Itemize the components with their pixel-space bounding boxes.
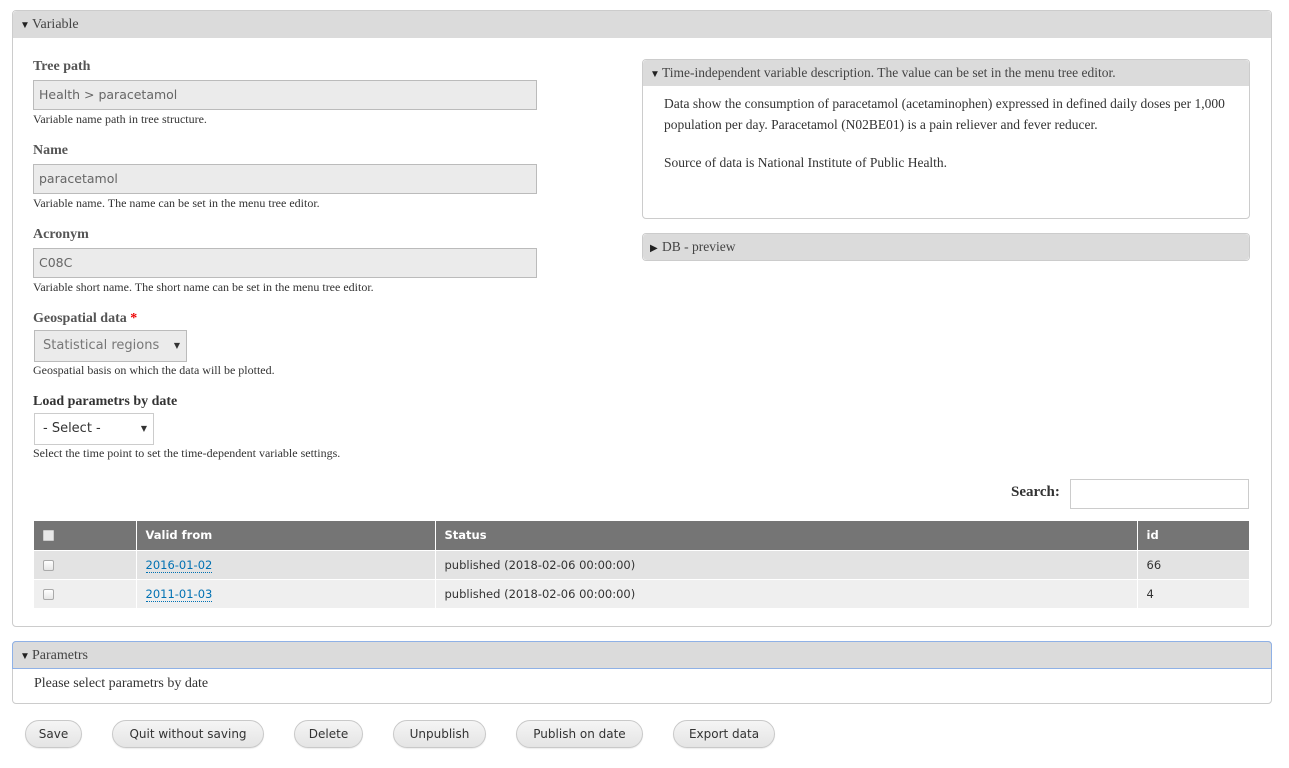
save-button[interactable]: Save [25, 720, 82, 748]
tree-path-label: Tree path [33, 59, 91, 74]
parametrs-legend-label: Parametrs [32, 648, 88, 663]
description-fieldset: ▼ Time-independent variable description. … [642, 59, 1250, 219]
parametrs-legend-toggle[interactable]: ▼ Parametrs [12, 641, 1272, 669]
row-checkbox[interactable] [43, 559, 54, 571]
variable-legend-toggle[interactable]: ▼ Variable [13, 11, 1271, 38]
delete-button[interactable]: Delete [294, 720, 363, 748]
valid-from-link[interactable]: 2011-01-03 [145, 586, 213, 602]
geospatial-label: Geospatial data * [33, 311, 137, 327]
description-legend-toggle[interactable]: ▼ Time-independent variable description. … [643, 60, 1249, 86]
geospatial-help: Geospatial basis on which the data will … [33, 363, 275, 377]
column-header-id[interactable]: id [1137, 521, 1249, 550]
geospatial-select-value: Statistical regions [43, 338, 160, 353]
acronym-help: Variable short name. The short name can … [33, 280, 374, 294]
row-checkbox[interactable] [43, 588, 54, 600]
required-marker: * [130, 311, 138, 326]
status-cell: published (2018-02-06 00:00:00) [435, 578, 1138, 608]
acronym-field[interactable]: C08C [33, 248, 537, 278]
valid-from-link[interactable]: 2016-01-02 [145, 557, 213, 573]
parametrs-fieldset: ▼ Parametrs Please select parametrs by da… [12, 641, 1272, 704]
id-cell: 4 [1137, 578, 1249, 608]
geospatial-label-text: Geospatial data [33, 311, 127, 326]
name-field[interactable]: paracetamol [33, 164, 537, 194]
db-preview-legend-toggle[interactable]: ▶ DB - preview [643, 234, 1249, 260]
versions-table: Valid from Status id 2016-01-02 publishe… [34, 521, 1249, 608]
variable-legend-label: Variable [32, 17, 79, 32]
select-all-header [34, 521, 137, 550]
description-paragraph: Source of data is National Institute of … [664, 155, 948, 170]
row-select-cell [34, 549, 137, 579]
id-cell: 66 [1137, 549, 1249, 579]
search-input[interactable] [1070, 479, 1249, 509]
dropdown-arrow-icon: ▼ [140, 424, 147, 433]
tree-path-help: Variable name path in tree structure. [33, 112, 207, 126]
load-by-date-label: Load parametrs by date [33, 394, 178, 409]
quit-without-saving-button[interactable]: Quit without saving [112, 720, 264, 748]
status-cell: published (2018-02-06 00:00:00) [435, 549, 1138, 579]
search-label: Search: [1011, 484, 1060, 500]
db-preview-fieldset: ▶ DB - preview [642, 233, 1250, 261]
description-paragraph: Data show the consumption of paracetamol… [664, 96, 1225, 132]
dropdown-arrow-icon: ▼ [173, 341, 180, 350]
triangle-down-icon: ▼ [650, 69, 660, 80]
name-help: Variable name. The name can be set in th… [33, 196, 320, 210]
description-legend-label: Time-independent variable description. T… [662, 65, 1116, 80]
acronym-label: Acronym [33, 227, 89, 242]
unpublish-button[interactable]: Unpublish [393, 720, 486, 748]
geospatial-select[interactable]: Statistical regions ▼ [34, 330, 187, 362]
db-preview-legend-label: DB - preview [662, 239, 736, 254]
column-header-status[interactable]: Status [435, 521, 1138, 550]
load-by-date-select[interactable]: - Select - ▼ [34, 413, 154, 445]
valid-from-cell: 2016-01-02 [136, 549, 436, 579]
triangle-right-icon: ▶ [650, 243, 658, 254]
column-header-valid-from[interactable]: Valid from [136, 521, 436, 550]
tree-path-field[interactable]: Health > paracetamol [33, 80, 537, 110]
triangle-down-icon: ▼ [20, 651, 30, 662]
table-row: 2011-01-03 published (2018-02-06 00:00:0… [34, 578, 1249, 608]
row-select-cell [34, 578, 137, 608]
description-body: Data show the consumption of paracetamol… [664, 93, 1235, 190]
name-label: Name [33, 143, 68, 158]
select-all-checkbox[interactable] [43, 530, 54, 542]
export-data-button[interactable]: Export data [673, 720, 775, 748]
table-row: 2016-01-02 published (2018-02-06 00:00:0… [34, 549, 1249, 579]
valid-from-cell: 2011-01-03 [136, 578, 436, 608]
table-header-row: Valid from Status id [34, 521, 1249, 550]
triangle-down-icon: ▼ [20, 20, 30, 31]
load-by-date-select-value: - Select - [43, 421, 101, 436]
parametrs-message: Please select parametrs by date [34, 676, 209, 691]
load-by-date-help: Select the time point to set the time-de… [33, 446, 341, 460]
publish-on-date-button[interactable]: Publish on date [516, 720, 643, 748]
